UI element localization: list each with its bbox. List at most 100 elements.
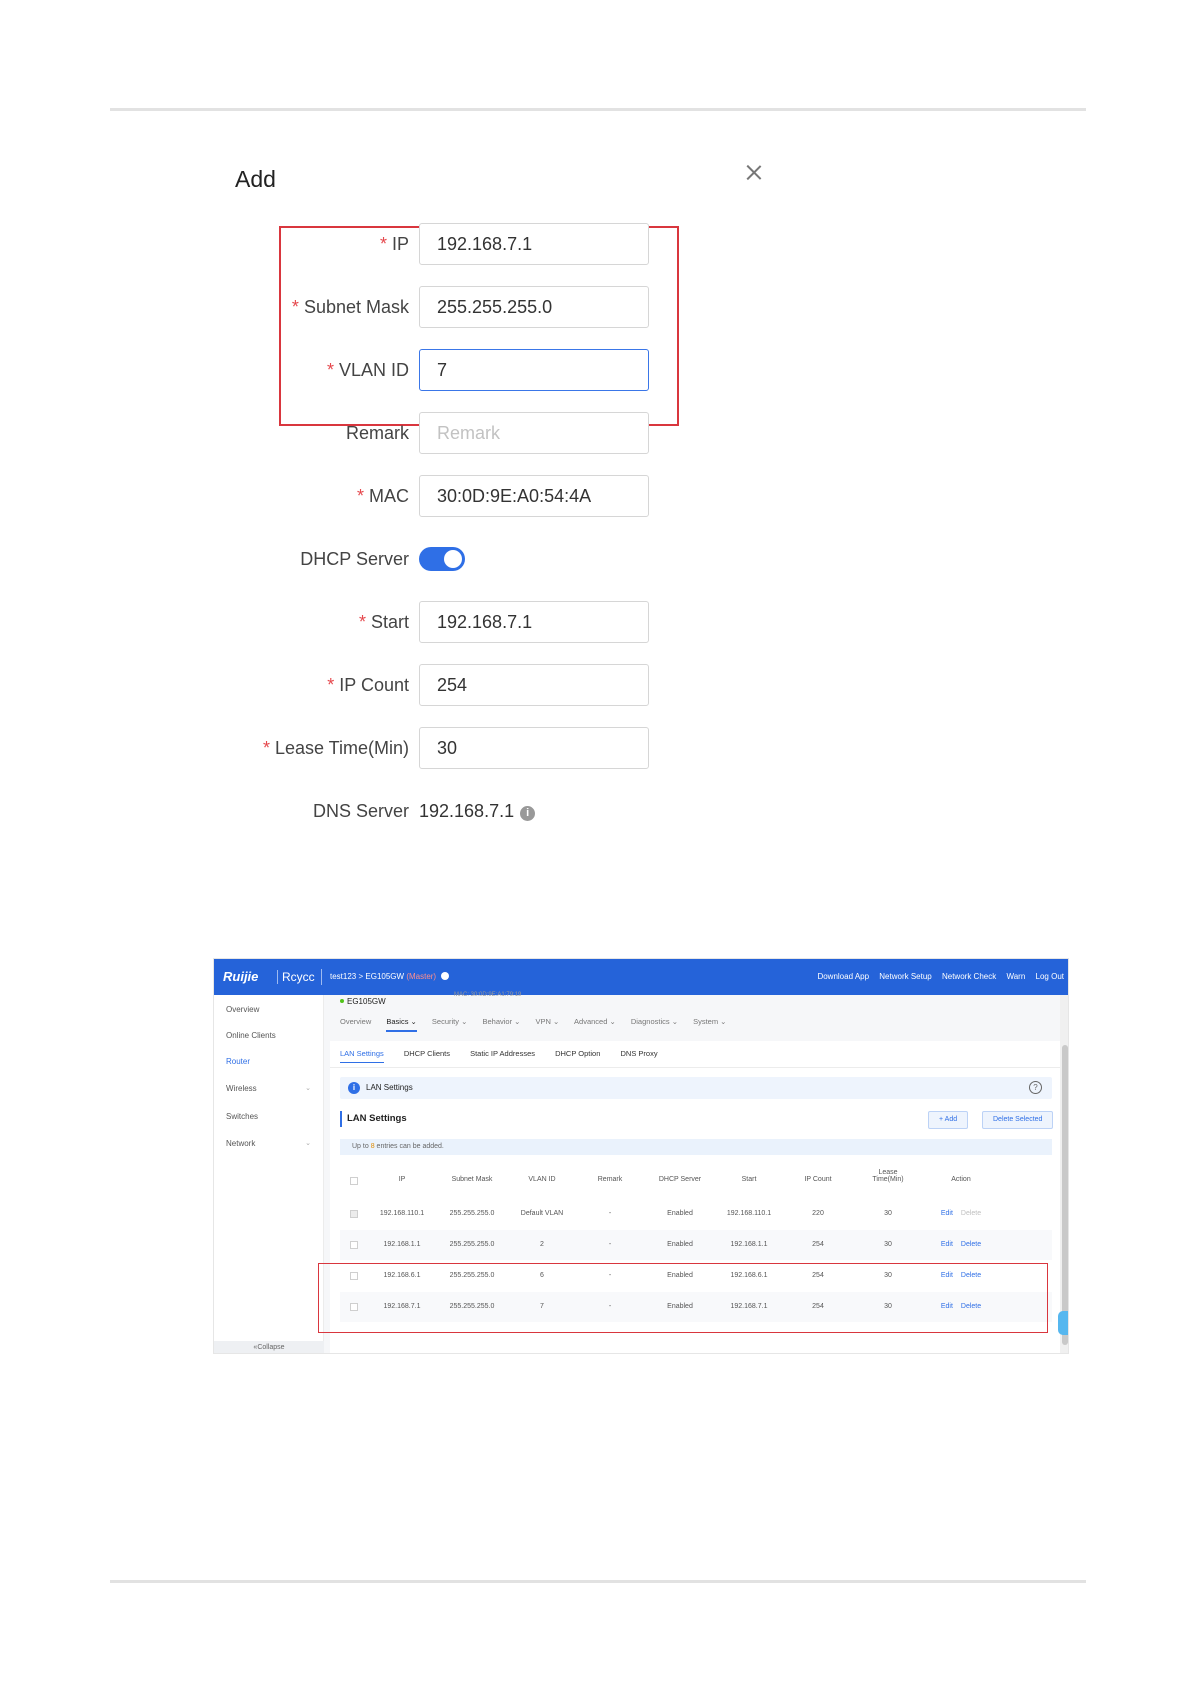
required-mark: *: [379, 234, 387, 254]
ip-count-row: * IP Count: [205, 664, 785, 706]
column-header-remark: Remark: [597, 1176, 623, 1183]
add-dialog: Add *IP *Subnet Mask *VLAN ID Remark *MA…: [205, 138, 785, 908]
top-bar: Ruijie Rcycc test123 > EG105GW (Master) …: [214, 959, 1068, 995]
edit-link[interactable]: Edit: [941, 1210, 953, 1217]
vlan-id-row: * VLAN ID: [205, 349, 785, 391]
sidebar-item-network[interactable]: Network: [226, 1139, 255, 1148]
subnet-mask-label: * Subnet Mask: [292, 286, 409, 328]
delete-link[interactable]: Delete: [961, 1241, 981, 1248]
network-setup-link[interactable]: Network Setup: [879, 972, 931, 981]
sidebar-item-router[interactable]: Router: [226, 1057, 250, 1066]
lease-time-label-text: Lease Time(Min): [274, 738, 409, 758]
cell-vlan-id: 2: [540, 1241, 544, 1248]
ip-count-label-text: IP Count: [339, 675, 409, 695]
sidebar-item-overview[interactable]: Overview: [226, 1005, 259, 1014]
info-icon[interactable]: i: [520, 806, 536, 821]
add-button[interactable]: + Add: [928, 1111, 969, 1129]
ip-count-input[interactable]: [419, 664, 649, 706]
warn-link[interactable]: Warn: [1006, 972, 1025, 981]
subnet-mask-input[interactable]: [419, 286, 649, 328]
limit-text-after: entries can be added.: [376, 1143, 444, 1150]
divider: [321, 969, 322, 985]
dialog-title: Add: [235, 166, 276, 192]
delete-selected-button[interactable]: Delete Selected: [982, 1111, 1054, 1129]
tab-dhcp-clients[interactable]: DHCP Clients: [404, 1049, 450, 1058]
tab-security[interactable]: Security ⌄: [432, 1017, 467, 1026]
row-checkbox[interactable]: [350, 1241, 358, 1249]
cell-lease-time: 30: [884, 1241, 892, 1248]
table-header: IP Subnet Mask VLAN ID Remark DHCP Server Sta…: [340, 1165, 1052, 1197]
tab-dns-proxy[interactable]: DNS Proxy: [620, 1049, 657, 1058]
breadcrumb-project[interactable]: test123: [330, 972, 356, 981]
vlan-id-label-text: VLAN ID: [338, 360, 409, 380]
dhcp-server-toggle[interactable]: [419, 547, 465, 571]
limit-count: 8: [370, 1143, 375, 1150]
lease-time-input[interactable]: [419, 727, 649, 769]
sidebar-item-wireless[interactable]: Wireless: [226, 1084, 257, 1093]
breadcrumb-device[interactable]: EG105GW: [365, 972, 404, 981]
ip-input[interactable]: [419, 223, 649, 265]
scrollbar[interactable]: [1060, 995, 1068, 1353]
column-header-start: Start: [741, 1176, 757, 1183]
page-header-rule: [110, 108, 1086, 111]
dns-server-label: DNS Server: [312, 801, 409, 821]
dns-server-value: 192.168.7.1 i: [419, 790, 536, 832]
sidebar: Overview Online Clients Router Wireless …: [214, 995, 324, 1353]
remark-input[interactable]: [419, 412, 649, 454]
info-icon[interactable]: [441, 972, 450, 980]
tab-lan-settings[interactable]: LAN Settings: [340, 1049, 384, 1063]
edit-link[interactable]: Edit: [941, 1241, 953, 1248]
tab-vpn[interactable]: VPN ⌄: [536, 1017, 560, 1026]
chevron-down-icon[interactable]: ⌄: [305, 1084, 311, 1092]
help-icon[interactable]: ?: [1029, 1081, 1042, 1094]
lease-time-label: * Lease Time(Min): [263, 727, 409, 769]
tab-advanced[interactable]: Advanced ⌄: [574, 1017, 616, 1026]
device-name-text: EG105GW: [347, 997, 386, 1006]
start-input[interactable]: [419, 601, 649, 643]
cell-ip: 192.168.1.1: [383, 1241, 421, 1248]
close-icon[interactable]: [743, 162, 765, 184]
collapse-button[interactable]: «Collapse: [214, 1341, 324, 1353]
download-app-link[interactable]: Download App: [817, 972, 869, 981]
tab-behavior[interactable]: Behavior ⌄: [482, 1017, 520, 1026]
tab-diagnostics[interactable]: Diagnostics ⌄: [631, 1017, 678, 1026]
column-header-dhcp-server: DHCP Server: [658, 1176, 702, 1183]
ip-count-label: * IP Count: [327, 664, 409, 706]
vlan-id-input[interactable]: [419, 349, 649, 391]
select-all-checkbox[interactable]: [350, 1177, 358, 1185]
tab-overview[interactable]: Overview: [340, 1017, 371, 1026]
tab-basics[interactable]: Basics ⌄: [386, 1017, 417, 1032]
lease-time-row: * Lease Time(Min): [205, 727, 785, 769]
log-out-link[interactable]: Log Out: [1036, 972, 1064, 981]
network-check-link[interactable]: Network Check: [942, 972, 996, 981]
subnet-mask-row: * Subnet Mask: [205, 286, 785, 328]
sidebar-item-switches[interactable]: Switches: [226, 1112, 258, 1121]
required-mark: *: [327, 675, 335, 695]
section-title: LAN Settings: [340, 1111, 407, 1127]
floating-help-button[interactable]: [1058, 1311, 1068, 1335]
dns-server-value-text: 192.168.7.1: [419, 801, 515, 821]
start-row: * Start: [205, 601, 785, 643]
delete-link: Delete: [960, 1210, 982, 1217]
column-header-ip: IP: [398, 1176, 406, 1183]
breadcrumb-separator: >: [358, 972, 364, 981]
required-mark: *: [358, 612, 366, 632]
required-mark: *: [262, 738, 270, 758]
cell-lease-time: 30: [884, 1210, 892, 1217]
start-label-text: Start: [370, 612, 409, 632]
breadcrumb-role: (Master): [406, 972, 437, 981]
limit-text-before: Up to: [352, 1143, 369, 1150]
tab-dhcp-option[interactable]: DHCP Option: [555, 1049, 600, 1058]
dns-server-row: DNS Server 192.168.7.1 i: [205, 790, 785, 832]
tab-system[interactable]: System ⌄: [693, 1017, 726, 1026]
sidebar-item-online-clients[interactable]: Online Clients: [226, 1031, 276, 1040]
tab-static-ip-addresses[interactable]: Static IP Addresses: [470, 1049, 535, 1058]
cell-dhcp-server: Enabled: [667, 1241, 693, 1248]
cell-action: Edit Delete: [941, 1241, 981, 1248]
mac-input[interactable]: [419, 475, 649, 517]
required-mark: *: [326, 360, 334, 380]
table-row: 192.168.110.1 255.255.255.0 Default VLAN - E…: [340, 1199, 1052, 1229]
scrollbar-thumb[interactable]: [1062, 1045, 1068, 1345]
remark-row: Remark: [205, 412, 785, 454]
chevron-down-icon[interactable]: ⌄: [305, 1139, 311, 1147]
